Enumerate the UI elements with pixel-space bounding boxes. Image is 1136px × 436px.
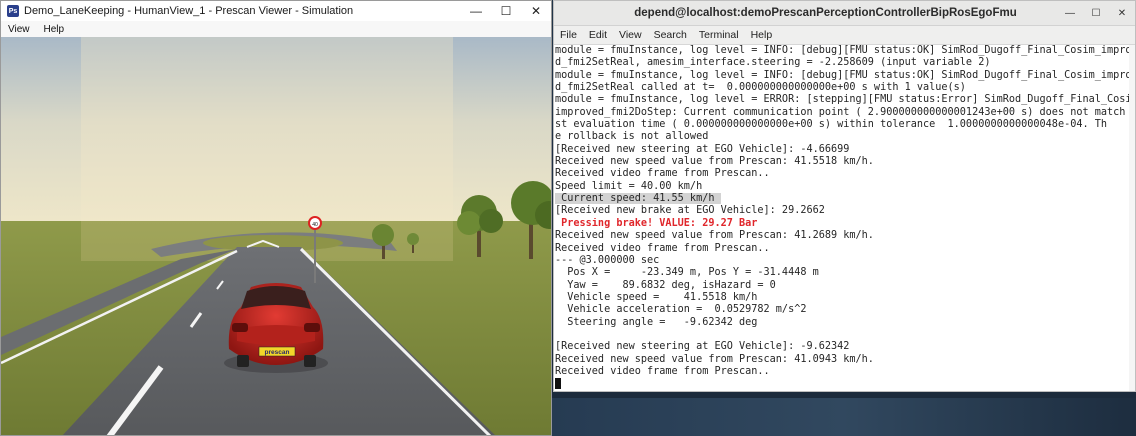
terminal-output[interactable]: module = fmuInstance, log level = INFO: … xyxy=(554,45,1136,391)
terminal-line-text: st evaluation time ( 0.000000000000000e+… xyxy=(555,119,1108,131)
terminal-line-text: Received video frame from Prescan.. xyxy=(555,242,770,254)
terminal-line: --- @3.000000 sec xyxy=(555,254,1135,267)
terminal-line-text: Vehicle speed = 41.5518 km/h xyxy=(555,291,758,303)
terminal-line-text: module = fmuInstance, log level = ERROR:… xyxy=(555,94,1136,106)
terminal-line: Received video frame from Prescan.. xyxy=(555,242,1135,255)
terminal-line: Vehicle speed = 41.5518 km/h xyxy=(555,291,1135,304)
terminal-line: [Received new brake at EGO Vehicle]: 29.… xyxy=(555,205,1135,217)
menu-file[interactable]: File xyxy=(554,29,583,41)
terminal-window-title: depend@localhost:demoPrescanPerceptionCo… xyxy=(634,7,1017,19)
terminal-line-text: Speed limit = 40.00 km/h xyxy=(555,180,703,192)
terminal-line: Pos X = -23.349 m, Pos Y = -31.4448 m xyxy=(555,267,1135,279)
terminal-line-text: module = fmuInstance, log level = INFO: … xyxy=(555,45,1136,56)
terminal-line: d_fmi2SetReal called at t= 0.00000000000… xyxy=(555,82,1135,94)
menu-help[interactable]: Help xyxy=(745,29,779,41)
terminal-line-text: improved_fmi2DoStep: Current communicati… xyxy=(555,106,1136,118)
terminal-line-text: Pos X = -23.349 m, Pos Y = -31.4448 m xyxy=(555,267,819,279)
terminal-line-text: d_fmi2SetReal called at t= 0.00000000000… xyxy=(555,82,966,94)
terminal-line-text: module = fmuInstance, log level = INFO: … xyxy=(555,69,1136,81)
prescan-viewer-window: Ps Demo_LaneKeeping - HumanView_1 - Pres… xyxy=(0,0,552,436)
menu-edit[interactable]: Edit xyxy=(583,29,613,41)
menu-help[interactable]: Help xyxy=(37,24,72,35)
terminal-minimize-button[interactable]: — xyxy=(1057,8,1083,19)
scene-render: 40 prescan xyxy=(1,37,551,435)
desktop-wallpaper-stripe xyxy=(550,398,1136,436)
terminal-line: d_fmi2SetReal, amesim_interface.steering… xyxy=(555,57,1135,69)
prescan-app-icon: Ps xyxy=(7,5,19,17)
speed-sign-text: 40 xyxy=(312,222,318,228)
terminal-prompt-line[interactable] xyxy=(555,378,1135,390)
terminal-line-text: [Received new steering at EGO Vehicle]: … xyxy=(555,143,850,155)
terminal-line-text: Received video frame from Prescan.. xyxy=(555,168,770,180)
terminal-line: module = fmuInstance, log level = INFO: … xyxy=(555,69,1136,82)
terminal-line-text: Received new speed value from Prescan: 4… xyxy=(555,230,874,242)
terminal-line: Steering angle = -9.62342 deg xyxy=(555,316,1135,329)
terminal-title-bar[interactable]: depend@localhost:demoPrescanPerceptionCo… xyxy=(554,1,1135,26)
terminal-line: Received video frame from Prescan.. xyxy=(555,168,1135,180)
terminal-line-text: --- @3.000000 sec xyxy=(555,254,660,266)
license-plate-text: prescan xyxy=(265,349,290,356)
terminal-line-text: Steering angle = -9.62342 deg xyxy=(555,316,758,328)
terminal-window: depend@localhost:demoPrescanPerceptionCo… xyxy=(553,0,1136,392)
terminal-line-text: e rollback is not allowed xyxy=(555,131,709,143)
terminal-line: Vehicle acceleration = 0.0529782 m/s^2 xyxy=(555,304,1135,316)
terminal-line: Received video frame from Prescan.. xyxy=(555,365,1135,378)
terminal-line-text: Received video frame from Prescan.. xyxy=(555,365,770,377)
terminal-line: e rollback is not allowed xyxy=(555,131,1135,143)
minimize-button[interactable]: — xyxy=(461,1,491,21)
terminal-line-text: Yaw = 89.6832 deg, isHazard = 0 xyxy=(555,279,776,291)
prescan-title-bar[interactable]: Ps Demo_LaneKeeping - HumanView_1 - Pres… xyxy=(1,1,551,21)
terminal-line-text: Pressing brake! VALUE: 29.27 Bar xyxy=(555,217,758,229)
terminal-close-button[interactable]: ✕ xyxy=(1109,8,1135,19)
terminal-line-text: Received new speed value from Prescan: 4… xyxy=(555,353,874,365)
menu-search[interactable]: Search xyxy=(648,29,693,41)
terminal-line: Received new speed value from Prescan: 4… xyxy=(555,353,1135,366)
sky-haze-panel xyxy=(81,37,453,227)
terminal-line-text: Vehicle acceleration = 0.0529782 m/s^2 xyxy=(555,304,807,316)
terminal-line: Speed limit = 40.00 km/h xyxy=(555,180,1135,193)
terminal-line: [Received new steering at EGO Vehicle]: … xyxy=(555,143,1135,156)
terminal-line: Pressing brake! VALUE: 29.27 Bar xyxy=(555,217,1135,230)
maximize-button[interactable]: ☐ xyxy=(491,1,521,21)
terminal-menu-bar: File Edit View Search Terminal Help xyxy=(554,26,1135,45)
terminal-line-text: Received new speed value from Prescan: 4… xyxy=(555,156,874,168)
prescan-window-title: Demo_LaneKeeping - HumanView_1 - Prescan… xyxy=(24,5,354,17)
terminal-line: module = fmuInstance, log level = ERROR:… xyxy=(555,94,1136,106)
terminal-scrollbar[interactable] xyxy=(1129,45,1135,391)
terminal-line: Current speed: 41.55 km/h xyxy=(555,193,1135,205)
terminal-line-text: [Received new steering at EGO Vehicle]: … xyxy=(555,341,850,353)
terminal-line-text: d_fmi2SetReal, amesim_interface.steering… xyxy=(555,57,991,69)
3d-scene-viewport[interactable]: 40 prescan xyxy=(1,37,551,435)
close-button[interactable]: ✕ xyxy=(521,1,551,21)
terminal-line: Received new speed value from Prescan: 4… xyxy=(555,156,1135,168)
terminal-cursor xyxy=(555,378,561,390)
menu-terminal[interactable]: Terminal xyxy=(693,29,745,41)
prescan-menu-bar: View Help xyxy=(1,21,551,37)
terminal-line-text: Current speed: 41.55 km/h xyxy=(555,193,721,205)
terminal-line: module = fmuInstance, log level = INFO: … xyxy=(555,45,1136,57)
terminal-maximize-button[interactable]: ☐ xyxy=(1083,8,1109,19)
terminal-line: [Received new steering at EGO Vehicle]: … xyxy=(555,341,1135,353)
menu-view[interactable]: View xyxy=(613,29,648,41)
terminal-line-text: [Received new brake at EGO Vehicle]: 29.… xyxy=(555,205,825,217)
terminal-line: improved_fmi2DoStep: Current communicati… xyxy=(555,106,1136,119)
terminal-line: Received new speed value from Prescan: 4… xyxy=(555,230,1135,242)
terminal-line: st evaluation time ( 0.000000000000000e+… xyxy=(555,119,1135,131)
menu-view[interactable]: View xyxy=(1,24,37,35)
terminal-line: Yaw = 89.6832 deg, isHazard = 0 xyxy=(555,279,1135,292)
